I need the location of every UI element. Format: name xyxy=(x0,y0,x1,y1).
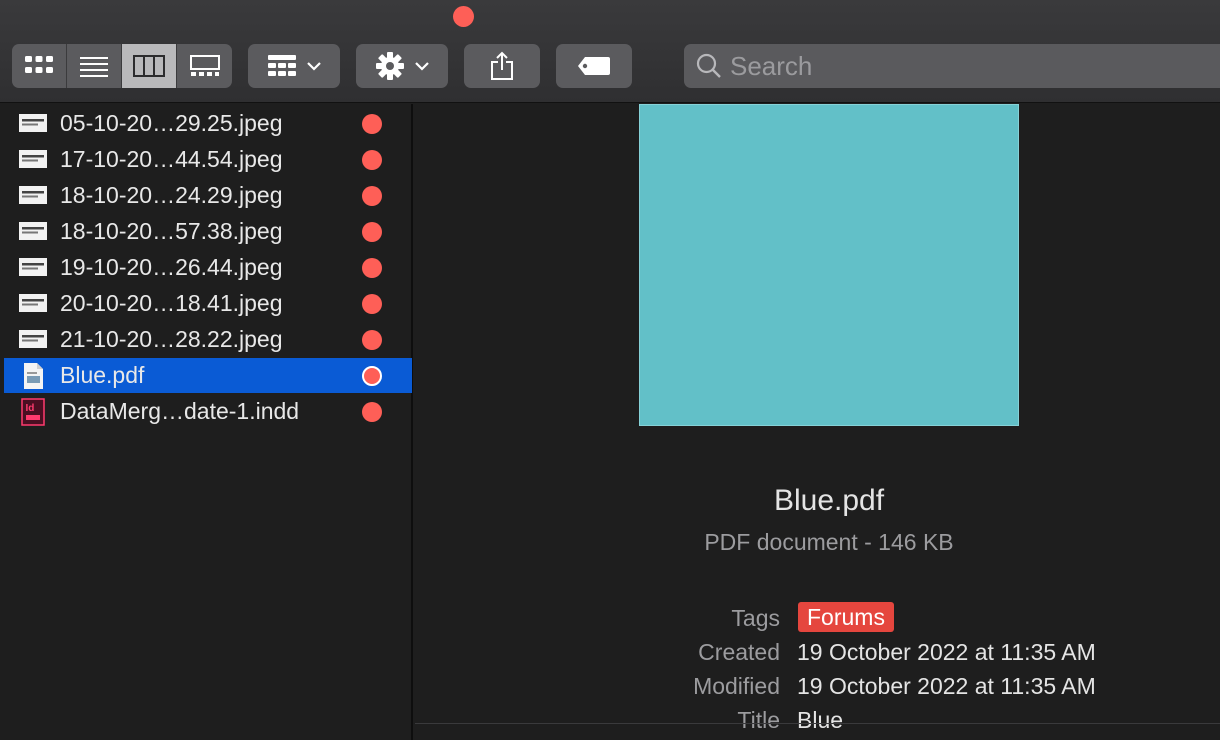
tag-icon xyxy=(578,57,610,75)
tag-chip[interactable]: Forums xyxy=(798,602,894,632)
modified-label: Modified xyxy=(693,673,780,699)
share-button[interactable] xyxy=(464,44,540,88)
jpeg-file-icon xyxy=(19,222,47,240)
created-value: 19 October 2022 at 11:35 AM xyxy=(797,639,1096,665)
preview-panel: Blue.pdf PDF document - 146 KB Tags Foru… xyxy=(415,104,1220,740)
list-item[interactable]: 17-10-20…44.54.jpeg xyxy=(4,142,412,177)
view-mode-segmented-control xyxy=(12,44,232,88)
grid-icon xyxy=(25,56,53,73)
columns-icon xyxy=(133,55,165,77)
file-list-column: 05-10-20…29.25.jpeg 17-10-20…44.54.jpeg … xyxy=(0,104,413,740)
gallery-icon xyxy=(189,55,220,76)
file-name: 17-10-20…44.54.jpeg xyxy=(60,146,283,172)
title-value: Blue xyxy=(797,707,844,733)
jpeg-file-icon xyxy=(19,150,47,168)
divider xyxy=(415,723,1220,724)
icon-view-button[interactable] xyxy=(12,44,67,88)
close-window-button[interactable] xyxy=(453,6,474,27)
chevron-down-icon xyxy=(307,62,321,71)
file-name: 20-10-20…18.41.jpeg xyxy=(60,290,283,316)
file-name: Blue.pdf xyxy=(60,362,145,388)
red-tag-dot xyxy=(362,185,382,206)
red-tag-dot xyxy=(362,221,382,242)
gear-icon xyxy=(376,52,404,80)
list-item[interactable]: 18-10-20…24.29.jpeg xyxy=(4,178,412,213)
jpeg-file-icon xyxy=(19,114,47,132)
jpeg-file-icon xyxy=(19,186,47,204)
action-menu-button[interactable] xyxy=(356,44,448,88)
column-view-button[interactable] xyxy=(122,44,177,88)
file-name: 05-10-20…29.25.jpeg xyxy=(60,110,283,136)
file-thumbnail xyxy=(639,104,1019,426)
red-tag-dot xyxy=(362,365,382,386)
group-by-button[interactable] xyxy=(248,44,340,88)
list-icon xyxy=(80,57,108,77)
list-item[interactable]: Id DataMerg…date-1.indd xyxy=(4,394,412,429)
pdf-file-icon xyxy=(24,363,43,389)
file-name: DataMerg…date-1.indd xyxy=(60,398,300,424)
list-item-selected[interactable]: Blue.pdf xyxy=(4,358,412,393)
edit-tags-button[interactable] xyxy=(556,44,632,88)
file-name: 21-10-20…28.22.jpeg xyxy=(60,326,283,352)
modified-value: 19 October 2022 at 11:35 AM xyxy=(797,673,1096,699)
file-name: 18-10-20…24.29.jpeg xyxy=(60,182,283,208)
list-item[interactable]: 05-10-20…29.25.jpeg xyxy=(4,106,412,141)
search-field[interactable] xyxy=(684,44,1220,88)
list-view-button[interactable] xyxy=(67,44,122,88)
jpeg-file-icon xyxy=(19,330,47,348)
file-name: 19-10-20…26.44.jpeg xyxy=(60,254,283,280)
svg-text:Id: Id xyxy=(26,403,35,414)
preview-file-kind: PDF document - 146 KB xyxy=(704,529,954,555)
chevron-down-icon xyxy=(415,62,429,71)
red-tag-dot xyxy=(362,149,382,170)
file-name: 18-10-20…57.38.jpeg xyxy=(60,218,283,244)
list-item[interactable]: 19-10-20…26.44.jpeg xyxy=(4,250,412,285)
search-icon xyxy=(696,53,721,78)
tags-label: Tags xyxy=(731,605,780,631)
created-label: Created xyxy=(698,639,780,665)
search-input[interactable] xyxy=(730,50,1130,82)
list-item[interactable]: 21-10-20…28.22.jpeg xyxy=(4,322,412,357)
list-item[interactable]: 20-10-20…18.41.jpeg xyxy=(4,286,412,321)
red-tag-dot xyxy=(362,113,382,134)
red-tag-dot xyxy=(362,401,382,422)
group-by-icon xyxy=(268,55,296,76)
jpeg-file-icon xyxy=(19,294,47,312)
jpeg-file-icon xyxy=(19,258,47,276)
red-tag-dot xyxy=(362,329,382,350)
gallery-view-button[interactable] xyxy=(177,44,232,88)
share-icon xyxy=(491,51,513,80)
red-tag-dot xyxy=(362,293,382,314)
toolbar xyxy=(0,0,1220,103)
title-label: Title xyxy=(737,707,780,733)
indesign-file-icon: Id xyxy=(21,398,45,426)
preview-file-name: Blue.pdf xyxy=(773,484,885,517)
list-item[interactable]: 18-10-20…57.38.jpeg xyxy=(4,214,412,249)
red-tag-dot xyxy=(362,257,382,278)
